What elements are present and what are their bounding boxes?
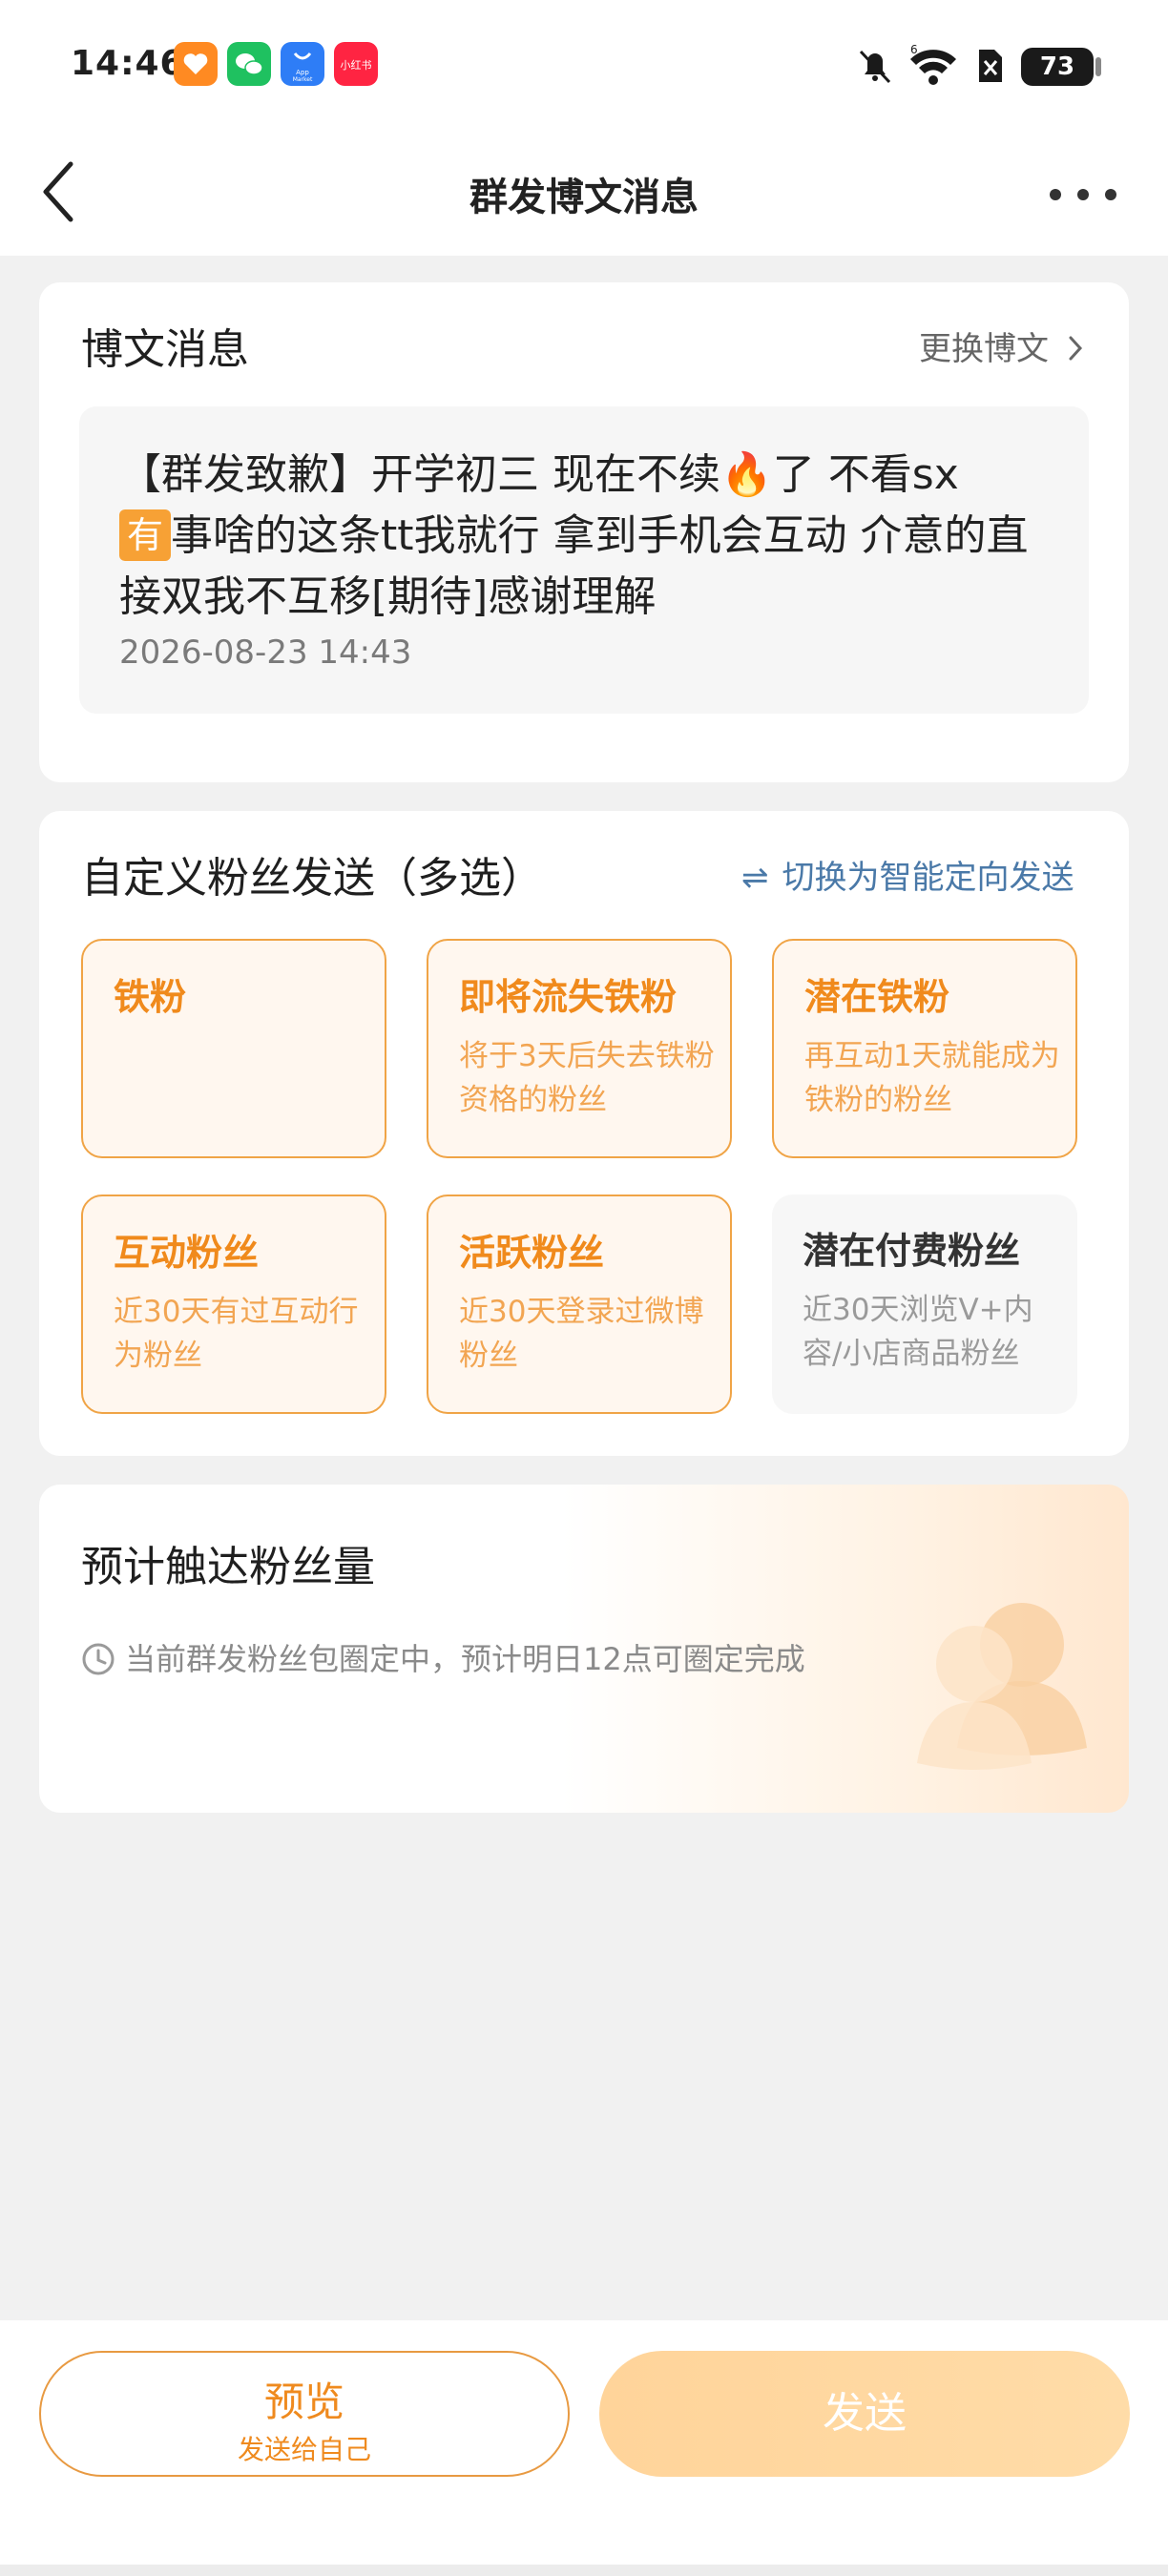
heart-app-icon bbox=[174, 42, 218, 86]
swap-icon: ⇌ bbox=[741, 859, 769, 897]
nav-bar: 群发博文消息 bbox=[0, 134, 1168, 256]
option-title: 潜在付费粉丝 bbox=[803, 1230, 1021, 1272]
svg-text:Market: Market bbox=[293, 76, 313, 83]
option-title: 活跃粉丝 bbox=[459, 1232, 605, 1274]
send-button[interactable]: 发送 bbox=[599, 2351, 1130, 2477]
reach-status-text: 当前群发粉丝包圈定中，预计明日12点可圈定完成 bbox=[125, 1641, 805, 1677]
option-desc: 近30天登录过微博粉丝 bbox=[459, 1295, 704, 1373]
home-indicator bbox=[0, 2565, 1168, 2576]
option-active-fans[interactable]: 活跃粉丝 近30天登录过微博粉丝 bbox=[427, 1195, 732, 1414]
fire-emoji: 🔥 bbox=[720, 450, 773, 499]
mute-bell-icon bbox=[859, 50, 891, 84]
option-title: 即将流失铁粉 bbox=[459, 976, 678, 1018]
wifi-icon: 6 bbox=[910, 44, 956, 85]
option-title: 铁粉 bbox=[114, 976, 187, 1018]
option-desc: 再互动1天就能成为铁粉的粉丝 bbox=[804, 1039, 1060, 1117]
reach-title: 预计触达粉丝量 bbox=[81, 1543, 375, 1591]
post-content-part2: 了 不看sx bbox=[772, 450, 959, 499]
page-title: 群发博文消息 bbox=[469, 176, 699, 219]
xiaohongshu-icon: 小红书 bbox=[334, 42, 378, 86]
svg-text:小红书: 小红书 bbox=[341, 59, 372, 72]
bottom-action-bar: 预览 发送给自己 发送 bbox=[0, 2320, 1168, 2576]
you-badge: 有 bbox=[119, 509, 171, 561]
more-options-icon[interactable] bbox=[1040, 168, 1126, 221]
post-content-part1: 【群发致歉】开学初三 现在不续 bbox=[119, 450, 720, 499]
option-desc: 近30天有过互动行为粉丝 bbox=[114, 1295, 359, 1373]
post-card: 博文消息 更换博文 【群发致歉】开学初三 现在不续🔥了 不看sx 有事啥的这条tt… bbox=[39, 282, 1129, 782]
estimated-reach-card: 预计触达粉丝量 当前群发粉丝包圈定中，预计明日12点可圈定完成 bbox=[39, 1485, 1129, 1813]
custom-fans-card: 自定义粉丝发送（多选） ⇌ 切换为智能定向发送 铁粉 即将流失铁粉 将于3天后失去… bbox=[39, 811, 1129, 1456]
option-title: 互动粉丝 bbox=[114, 1232, 260, 1274]
custom-fans-title: 自定义粉丝发送（多选） bbox=[81, 854, 543, 903]
status-bar: 14:46 App Market 小红书 6 73 bbox=[0, 0, 1168, 134]
switch-smart-send-link[interactable]: ⇌ 切换为智能定向发送 bbox=[741, 851, 1074, 898]
post-card-title: 博文消息 bbox=[81, 325, 249, 374]
switch-smart-send-label: 切换为智能定向发送 bbox=[782, 859, 1074, 897]
svg-text:App: App bbox=[296, 69, 309, 76]
wechat-icon bbox=[227, 42, 271, 86]
post-preview-box: 【群发致歉】开学初三 现在不续🔥了 不看sx 有事啥的这条tt我就行 拿到手机会互… bbox=[79, 406, 1089, 714]
fans-group-icon bbox=[917, 1603, 1087, 1770]
option-desc: 近30天浏览V+内容/小店商品粉丝 bbox=[803, 1293, 1033, 1371]
change-post-label: 更换博文 bbox=[919, 330, 1049, 368]
chevron-right-icon bbox=[1069, 336, 1082, 361]
option-interactive-fans[interactable]: 互动粉丝 近30天有过互动行为粉丝 bbox=[81, 1195, 386, 1414]
preview-button-label: 预览 bbox=[263, 2379, 344, 2425]
svg-text:6: 6 bbox=[910, 44, 918, 56]
battery-cap bbox=[1095, 57, 1101, 76]
option-potential-iron-fans[interactable]: 潜在铁粉 再互动1天就能成为铁粉的粉丝 bbox=[772, 939, 1077, 1158]
post-content-part3: 事啥的这条tt我就行 拿到手机会互动 介意的直接双我不互移[期待]感谢理解 bbox=[119, 511, 1029, 621]
option-iron-fans[interactable]: 铁粉 bbox=[81, 939, 386, 1158]
status-time: 14:46 bbox=[71, 44, 185, 83]
battery-indicator: 73 bbox=[1021, 48, 1094, 86]
option-losing-iron-fans[interactable]: 即将流失铁粉 将于3天后失去铁粉资格的粉丝 bbox=[427, 939, 732, 1158]
app-market-icon: App Market bbox=[281, 42, 324, 86]
post-timestamp: 2026-08-23 14:43 bbox=[119, 634, 412, 672]
clock-icon bbox=[82, 1643, 115, 1675]
preview-button[interactable]: 预览 发送给自己 bbox=[39, 2351, 570, 2477]
option-potential-paying-fans[interactable]: 潜在付费粉丝 近30天浏览V+内容/小店商品粉丝 bbox=[772, 1195, 1077, 1414]
no-sim-icon bbox=[979, 50, 1002, 82]
change-post-link[interactable]: 更换博文 bbox=[919, 322, 1086, 369]
preview-button-sublabel: 发送给自己 bbox=[237, 2434, 371, 2465]
post-content: 【群发致歉】开学初三 现在不续🔥了 不看sx 有事啥的这条tt我就行 拿到手机会互… bbox=[119, 445, 1064, 628]
reach-status: 当前群发粉丝包圈定中，预计明日12点可圈定完成 bbox=[81, 1635, 805, 1679]
option-title: 潜在铁粉 bbox=[804, 976, 950, 1018]
option-desc: 将于3天后失去铁粉资格的粉丝 bbox=[459, 1039, 715, 1117]
